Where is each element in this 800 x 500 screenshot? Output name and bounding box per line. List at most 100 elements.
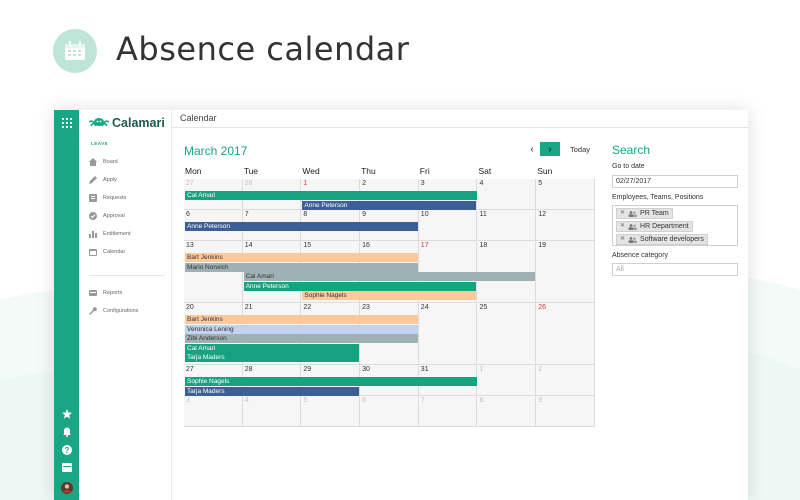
- day-cell[interactable]: 9: [536, 396, 595, 427]
- absence-bar[interactable]: Veronica Lening: [185, 324, 418, 334]
- absence-bar[interactable]: Sophie Nagels: [302, 291, 477, 300]
- tag-pr-team[interactable]: ✕ PR Team: [616, 208, 673, 219]
- next-month-button[interactable]: ›: [540, 142, 560, 156]
- absence-bar[interactable]: Sophie Nagels: [185, 377, 477, 386]
- day-cell[interactable]: 4: [242, 396, 302, 427]
- remove-tag-icon[interactable]: ✕: [620, 222, 625, 231]
- calendar-small-icon: [89, 248, 97, 256]
- tag-hr-department[interactable]: ✕ HR Department: [616, 221, 693, 232]
- day-number: 31: [420, 366, 429, 373]
- day-number: 16: [362, 242, 370, 249]
- day-cell[interactable]: 8: [477, 396, 537, 427]
- sidebar-item-calendar[interactable]: Calendar: [89, 246, 125, 258]
- people-icon: [628, 236, 638, 243]
- day-cell[interactable]: 24: [418, 303, 478, 365]
- check-circle-icon: [89, 212, 97, 220]
- page-header: Absence calendar: [0, 0, 800, 100]
- day-number: 27: [186, 366, 194, 373]
- day-number: 27: [186, 180, 194, 187]
- day-number: 17: [420, 242, 429, 249]
- day-number: 6: [186, 211, 190, 218]
- sidebar-item-apply[interactable]: Apply: [89, 174, 117, 186]
- absence-bar[interactable]: Zibi Anderson: [185, 334, 418, 343]
- sidebar-item-requests[interactable]: Requests: [89, 192, 126, 204]
- absence-bar[interactable]: Mario Norwich: [185, 262, 418, 272]
- brand-logo[interactable]: Calamari: [89, 116, 165, 130]
- absence-bar[interactable]: Anne Peterson: [243, 281, 477, 291]
- day-cell[interactable]: 26: [536, 303, 595, 365]
- sidebar-item-reports[interactable]: Reports: [89, 287, 122, 299]
- top-bar: Calendar: [172, 110, 748, 128]
- sidebar-item-board[interactable]: Board: [89, 156, 118, 168]
- sidebar-item-approval[interactable]: Approval: [89, 210, 125, 222]
- remove-tag-icon[interactable]: ✕: [620, 235, 625, 244]
- sidebar-item-entitlement[interactable]: Entitlement: [89, 228, 131, 240]
- day-number: 1: [303, 180, 308, 187]
- day-number: 30: [362, 366, 370, 373]
- day-number: 7: [244, 211, 249, 218]
- topbar-title: Calendar: [180, 113, 217, 123]
- calendar-grid: 27 28 1 2 3 4 5 6 7 8 9 10 11 12 13 14 15 16 17 18 19 20 21 22 2…: [184, 179, 595, 427]
- employees-tag-input[interactable]: ✕ PR Team ✕ HR Department ✕ Software dev…: [612, 205, 738, 246]
- sidebar: Calamari LEAVE Board Apply Requests Appr…: [79, 110, 172, 500]
- day-cell[interactable]: 5: [536, 179, 595, 210]
- day-cell[interactable]: 10: [418, 210, 478, 241]
- day-number: 8: [303, 211, 308, 218]
- inbox-icon[interactable]: [60, 461, 73, 474]
- day-cell[interactable]: 7: [418, 396, 478, 427]
- day-number: 4: [244, 397, 249, 404]
- day-cell[interactable]: 25: [477, 303, 537, 365]
- absence-bar[interactable]: Tarja Maders: [185, 353, 360, 362]
- day-number: 25: [479, 304, 488, 311]
- day-cell[interactable]: 4: [477, 179, 537, 210]
- day-cell[interactable]: 6: [360, 396, 419, 427]
- apps-grid-icon[interactable]: [60, 116, 73, 129]
- bell-icon[interactable]: [60, 425, 73, 438]
- goto-date-input[interactable]: 02/27/2017: [612, 175, 738, 188]
- bar-chart-icon: [89, 230, 97, 238]
- weekday-mon: Mon: [185, 166, 202, 176]
- day-cell[interactable]: 12: [536, 210, 595, 241]
- search-title: Search: [612, 143, 651, 157]
- day-number: 10: [420, 211, 429, 218]
- day-number: 5: [303, 397, 308, 404]
- absence-category-label: Absence category: [612, 252, 669, 259]
- day-number: 5: [538, 180, 543, 187]
- absence-bar[interactable]: Cal Amari: [185, 343, 360, 353]
- remove-tag-icon[interactable]: ✕: [620, 209, 625, 218]
- day-cell[interactable]: 11: [477, 210, 537, 241]
- prev-month-button[interactable]: ‹: [522, 142, 542, 156]
- day-number: 4: [479, 180, 484, 187]
- day-number: 20: [186, 304, 194, 311]
- icon-rail: ?: [54, 110, 79, 500]
- home-icon: [89, 158, 97, 166]
- absence-bar[interactable]: Bart Jenkins: [185, 315, 418, 324]
- absence-bar[interactable]: Cal Amari: [185, 191, 477, 200]
- sidebar-section-label: LEAVE: [91, 141, 109, 146]
- tag-software-developers[interactable]: ✕ Software developers: [616, 234, 708, 245]
- day-number: 29: [303, 366, 312, 373]
- absence-bar[interactable]: Tarja Maders: [185, 386, 360, 396]
- month-title: March 2017: [184, 144, 248, 158]
- absence-bar[interactable]: Cal Amari: [243, 272, 536, 281]
- svg-text:?: ?: [64, 446, 69, 455]
- day-cell[interactable]: 3: [184, 396, 243, 427]
- day-number: 18: [479, 242, 488, 249]
- today-button[interactable]: Today: [570, 145, 590, 154]
- day-number: 8: [479, 397, 484, 404]
- absence-bar[interactable]: Bart Jenkins: [185, 253, 418, 262]
- absence-bar[interactable]: Anne Peterson: [185, 222, 418, 231]
- day-cell[interactable]: 2: [536, 365, 595, 396]
- absence-category-select[interactable]: All: [612, 263, 738, 276]
- day-cell[interactable]: 19: [536, 241, 595, 303]
- absence-bar[interactable]: Anne Peterson: [302, 200, 477, 210]
- weekday-fri: Fri: [419, 166, 430, 176]
- day-cell[interactable]: 5: [301, 396, 361, 427]
- day-cell[interactable]: 1: [477, 365, 537, 396]
- user-avatar[interactable]: [60, 481, 73, 494]
- day-cell[interactable]: 13: [184, 241, 243, 303]
- weekday-thu: Thu: [361, 166, 376, 176]
- star-icon[interactable]: [60, 407, 73, 420]
- help-icon[interactable]: ?: [60, 443, 73, 456]
- sidebar-item-configurations[interactable]: Configurations: [89, 305, 138, 317]
